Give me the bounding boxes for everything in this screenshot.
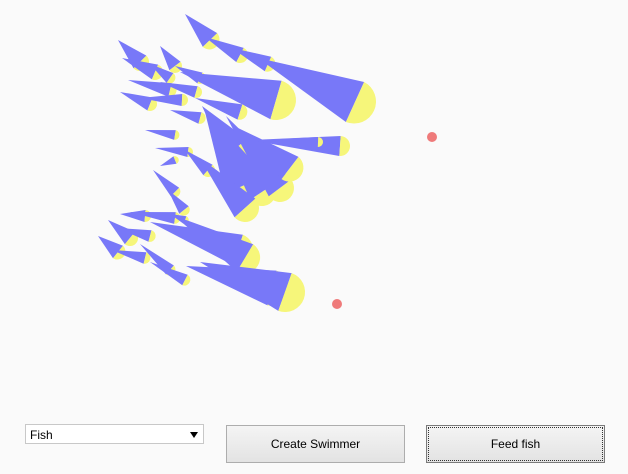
aquarium-scene xyxy=(98,14,437,313)
fish-body xyxy=(128,80,172,97)
fish-segment xyxy=(98,236,126,260)
create-swimmer-button[interactable]: Create Swimmer xyxy=(226,425,405,463)
feed-fish-label: Feed fish xyxy=(490,437,541,451)
fish-segment xyxy=(205,37,249,64)
fish-segment xyxy=(170,110,206,124)
fish-body xyxy=(155,147,189,157)
feed-fish-button[interactable]: Feed fish xyxy=(426,425,605,463)
fish-body xyxy=(160,156,177,166)
fish-segment xyxy=(160,46,182,73)
fish-segment xyxy=(145,130,180,140)
fish-body xyxy=(120,92,153,111)
fish-head xyxy=(181,94,189,107)
control-bar: Fish Create Swimmer Feed fish xyxy=(0,420,628,470)
food-pellet xyxy=(427,132,437,142)
aquarium-canvas[interactable] xyxy=(0,0,628,400)
fish-segment xyxy=(153,170,181,198)
fish-body xyxy=(120,210,146,222)
swimmer-type-value: Fish xyxy=(30,428,53,442)
fish-body xyxy=(145,130,176,140)
fish-body xyxy=(200,262,292,311)
fish-segment xyxy=(160,156,179,166)
fish-segment xyxy=(200,262,306,313)
fish-body xyxy=(175,216,254,272)
food-pellet xyxy=(332,299,342,309)
swimmer-type-select[interactable]: Fish xyxy=(25,424,204,444)
fish-head xyxy=(339,136,351,157)
fish-body xyxy=(170,110,202,124)
chevron-down-icon xyxy=(190,432,198,438)
create-swimmer-label: Create Swimmer xyxy=(270,437,361,451)
fish-segment xyxy=(120,92,157,111)
